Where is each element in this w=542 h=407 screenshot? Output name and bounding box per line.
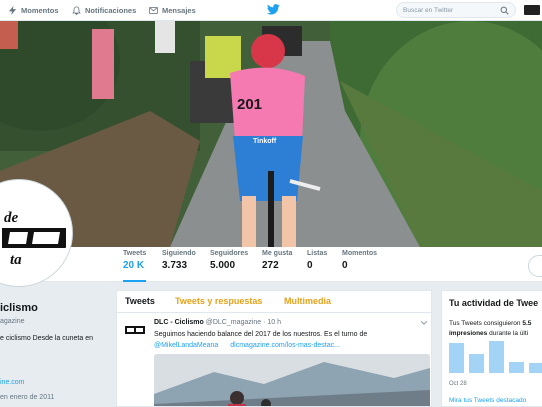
- profile-bio: e ciclismo Desde la cuneta en: [0, 334, 110, 344]
- tab-tweets[interactable]: Tweets: [125, 296, 155, 306]
- stat-likes[interactable]: Me gusta 272: [262, 250, 292, 282]
- tweet-header: DLC - Ciclismo @DLC_magazine · 10 h: [154, 319, 281, 326]
- stat-lists-value: 0: [307, 260, 313, 271]
- activity-line2-post: durante la últi: [487, 330, 529, 337]
- search-input[interactable]: Buscar en Twitter: [396, 2, 516, 18]
- activity-summary: Tus Tweets consiguieron 5.5 impresiones …: [449, 319, 542, 339]
- activity-title: Tu actividad de Twee: [449, 298, 539, 308]
- stat-moments-label: Momentos: [342, 250, 377, 257]
- profile-stats-bar: Tweets 20 K Siguiendo 3.733 Seguidores 5…: [0, 247, 542, 282]
- activity-bar: [529, 363, 542, 373]
- tweet-author-name[interactable]: DLC - Ciclismo: [154, 319, 204, 326]
- nav-notifications[interactable]: Notificaciones: [72, 0, 136, 20]
- tweet-time[interactable]: · 10 h: [263, 319, 281, 326]
- logo-text-bottom: ta: [10, 252, 22, 268]
- timeline-panel: Tweets Tweets y respuestas Multimedia DL…: [116, 290, 432, 407]
- stat-tweets-value: 20 K: [123, 260, 145, 271]
- profile-handle[interactable]: agazine: [0, 318, 25, 325]
- logo-text-top: de: [4, 210, 19, 226]
- profile-bio-line-1: e ciclismo Desde la cuneta en: [0, 335, 93, 342]
- activity-date: Oct 28: [449, 381, 467, 387]
- activity-bar: [469, 354, 484, 373]
- stat-moments[interactable]: Momentos 0: [342, 250, 377, 282]
- activity-bar: [509, 362, 524, 373]
- activity-impressions-label: impresiones: [449, 330, 488, 337]
- tweet-media-image[interactable]: [154, 354, 430, 406]
- bell-icon: [72, 5, 81, 15]
- profile-website-link[interactable]: ine.com: [0, 379, 25, 386]
- tweet-url-link[interactable]: dlcmagazine.com/los-mas-destac...: [230, 342, 340, 349]
- activity-bar-chart: [449, 341, 542, 373]
- nav-moments-label: Momentos: [21, 5, 59, 15]
- profile-joined-date: en enero de 2011: [0, 394, 55, 401]
- activity-top-tweets-link[interactable]: Mira tus Tweets destacado: [449, 397, 526, 404]
- stat-tweets[interactable]: Tweets 20 K: [123, 250, 147, 282]
- stat-followers-value: 5.000: [210, 260, 236, 271]
- stat-followers-label: Seguidores: [210, 250, 249, 257]
- tweet-links: @MikelLandaMeana dlcmagazine.com/los-mas…: [154, 340, 350, 351]
- tweet-text: Seguimos haciendo balance del 2017 de lo…: [154, 331, 368, 338]
- tweet-item[interactable]: DLC - Ciclismo @DLC_magazine · 10 h Segu…: [117, 314, 431, 406]
- stat-following-value: 3.733: [162, 260, 188, 271]
- tweet-activity-panel: Tu actividad de Twee Tus Tweets consigui…: [441, 290, 542, 407]
- nav-moments[interactable]: Momentos: [8, 0, 59, 20]
- search-placeholder: Buscar en Twitter: [403, 6, 454, 14]
- activity-line1-pre: Tus Tweets consiguieron: [449, 320, 523, 327]
- tab-tweets-replies[interactable]: Tweets y respuestas: [175, 296, 262, 306]
- activity-impressions-count: 5.5: [522, 320, 532, 327]
- nav-messages-label: Mensajes: [162, 5, 196, 15]
- twitter-bird-logo-icon[interactable]: [267, 4, 280, 15]
- stat-likes-label: Me gusta: [262, 250, 293, 257]
- activity-bar: [489, 341, 504, 373]
- stat-tweets-label: Tweets: [123, 250, 147, 257]
- stat-lists[interactable]: Listas 0: [307, 250, 327, 282]
- activity-bar: [449, 343, 464, 373]
- tweet-author-avatar[interactable]: [124, 322, 146, 338]
- timeline-tabs: Tweets Tweets y respuestas Multimedia: [117, 291, 431, 313]
- lightning-icon: [8, 5, 17, 15]
- twitter-profile-page: Momentos Notificaciones Mensajes Buscar …: [0, 0, 542, 407]
- stat-moments-value: 0: [342, 260, 348, 271]
- stat-lists-label: Listas: [307, 250, 328, 257]
- envelope-icon: [149, 6, 158, 14]
- tweet-mention-link[interactable]: @MikelLandaMeana: [154, 342, 218, 349]
- profile-info-column: iclismo agazine e ciclismo Desde la cune…: [0, 290, 112, 407]
- search-icon[interactable]: [500, 6, 509, 15]
- tweet-author-handle[interactable]: @DLC_magazine: [206, 319, 261, 326]
- race-bib-number: 201: [237, 96, 262, 113]
- stat-following[interactable]: Siguiendo 3.733: [162, 250, 196, 282]
- profile-name: iclismo: [0, 302, 38, 314]
- chevron-down-icon[interactable]: [420, 319, 428, 327]
- stat-following-label: Siguiendo: [162, 250, 196, 257]
- nav-notifications-label: Notificaciones: [85, 5, 137, 15]
- profile-banner-image: 201 Tinkoff: [0, 21, 542, 247]
- account-avatar[interactable]: [524, 5, 540, 15]
- stat-followers[interactable]: Seguidores 5.000: [210, 250, 248, 282]
- top-navigation-bar: Momentos Notificaciones Mensajes Buscar …: [0, 0, 542, 21]
- kit-sponsor-text: Tinkoff: [253, 138, 277, 145]
- nav-messages[interactable]: Mensajes: [149, 0, 196, 20]
- stat-likes-value: 272: [262, 260, 279, 271]
- tab-media[interactable]: Multimedia: [284, 296, 331, 306]
